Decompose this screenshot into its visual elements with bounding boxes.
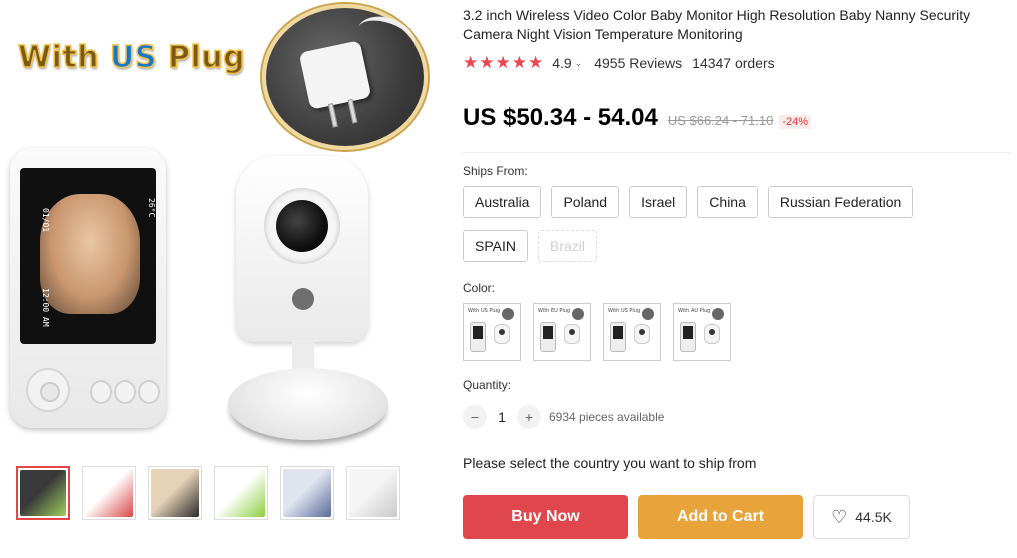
thumbnail-image bbox=[151, 469, 199, 517]
quantity-input[interactable]: 1 bbox=[487, 409, 517, 425]
ship-option-russian-federation[interactable]: Russian Federation bbox=[767, 186, 914, 218]
quantity-label: Quantity: bbox=[463, 378, 512, 392]
camera-icon bbox=[634, 324, 650, 344]
monitor-screen: 01/01 12:00 AM 26°C bbox=[20, 168, 156, 344]
chevron-down-icon[interactable]: ⌄ bbox=[575, 58, 583, 69]
monitor-dpad bbox=[26, 368, 70, 412]
power-adapter-image bbox=[262, 4, 428, 150]
color-option-label: With EU Plug bbox=[538, 308, 571, 314]
product-title: 3.2 inch Wireless Video Color Baby Monit… bbox=[463, 7, 971, 42]
thumbnail-6[interactable] bbox=[346, 466, 400, 520]
thumbnail-5[interactable] bbox=[280, 466, 334, 520]
quantity-minus-button[interactable]: − bbox=[463, 405, 487, 429]
rating-row: ★★★★★ 4.9 ⌄ 4955 Reviews 14347 orders bbox=[463, 53, 775, 73]
color-option-2[interactable]: With EU Plug bbox=[533, 303, 591, 361]
pieces-available: 6934 pieces available bbox=[549, 410, 665, 424]
thumbnail-2[interactable] bbox=[82, 466, 136, 520]
thumbnail-image bbox=[349, 469, 397, 517]
plug-icon bbox=[502, 308, 514, 320]
ship-option-brazil: Brazil bbox=[537, 230, 597, 262]
orders-count: 14347 orders bbox=[692, 55, 775, 71]
banner-word-us: US bbox=[109, 39, 157, 76]
thumbnail-image bbox=[20, 470, 66, 516]
ships-from-label: Ships From: bbox=[463, 164, 528, 178]
color-label: Color: bbox=[463, 281, 496, 295]
ships-from-options: Australia Poland Israel China Russian Federa… bbox=[463, 186, 963, 262]
monitor-icon bbox=[540, 322, 556, 352]
color-option-1[interactable]: With US Plug bbox=[463, 303, 521, 361]
divider bbox=[463, 152, 1011, 153]
parent-monitor-image: 01/01 12:00 AM 26°C bbox=[10, 148, 166, 428]
camera-icon bbox=[564, 324, 580, 344]
plug-icon bbox=[572, 308, 584, 320]
camera-icon bbox=[494, 324, 510, 344]
reviews-count[interactable]: 4955 Reviews bbox=[594, 55, 682, 71]
camera-stand-base bbox=[228, 368, 388, 440]
camera-icon bbox=[704, 324, 720, 344]
ship-option-australia[interactable]: Australia bbox=[463, 186, 542, 218]
original-price: US $66.24 - 71.10 bbox=[667, 113, 774, 128]
color-options: With US Plug With EU Plug With US Plug With… bbox=[463, 303, 731, 361]
heart-icon: ♡ bbox=[831, 506, 848, 527]
monitor-icon bbox=[680, 322, 696, 352]
ship-option-china[interactable]: China bbox=[697, 186, 758, 218]
quantity-stepper: − 1 + 6934 pieces available bbox=[463, 405, 664, 429]
monitor-icon bbox=[610, 322, 626, 352]
color-option-3[interactable]: With US Plug bbox=[603, 303, 661, 361]
plug-banner: With US Plug bbox=[17, 39, 246, 76]
buy-now-button[interactable]: Buy Now bbox=[463, 495, 628, 539]
rating-value[interactable]: 4.9 bbox=[552, 55, 571, 71]
plug-icon bbox=[642, 308, 654, 320]
wishlist-button[interactable]: ♡ 44.5K bbox=[813, 495, 910, 539]
wishlist-count: 44.5K bbox=[855, 509, 892, 525]
thumbnail-1[interactable] bbox=[16, 466, 70, 520]
color-option-label: With US Plug bbox=[608, 308, 641, 314]
color-option-4[interactable]: With AU Plug bbox=[673, 303, 731, 361]
ship-option-poland[interactable]: Poland bbox=[551, 186, 620, 218]
banner-word-plug: Plug bbox=[167, 39, 246, 76]
color-option-label: With AU Plug bbox=[678, 308, 711, 314]
ship-option-israel[interactable]: Israel bbox=[629, 186, 688, 218]
color-option-label: With US Plug bbox=[468, 308, 501, 314]
main-product-image[interactable]: With US Plug 01/01 12:00 AM 26°C bbox=[0, 0, 440, 460]
plug-icon bbox=[712, 308, 724, 320]
ship-country-notice: Please select the country you want to sh… bbox=[463, 455, 757, 471]
baby-camera-image bbox=[236, 156, 368, 342]
current-price: US $50.34 - 54.04 bbox=[463, 104, 658, 131]
quantity-plus-button[interactable]: + bbox=[517, 405, 541, 429]
price-row: US $50.34 - 54.04 US $66.24 - 71.10 -24% bbox=[463, 104, 812, 132]
thumbnail-image bbox=[283, 469, 331, 517]
thumbnail-4[interactable] bbox=[214, 466, 268, 520]
thumbnail-image bbox=[85, 469, 133, 517]
thumbnail-3[interactable] bbox=[148, 466, 202, 520]
thumbnail-image bbox=[217, 469, 265, 517]
ship-option-spain[interactable]: SPAIN bbox=[463, 230, 528, 262]
discount-badge: -24% bbox=[779, 115, 812, 129]
banner-word-with: With bbox=[17, 39, 100, 76]
monitor-icon bbox=[470, 322, 486, 352]
thumbnail-strip bbox=[16, 466, 400, 520]
add-to-cart-button[interactable]: Add to Cart bbox=[638, 495, 803, 539]
star-rating-icon: ★★★★★ bbox=[463, 53, 545, 72]
